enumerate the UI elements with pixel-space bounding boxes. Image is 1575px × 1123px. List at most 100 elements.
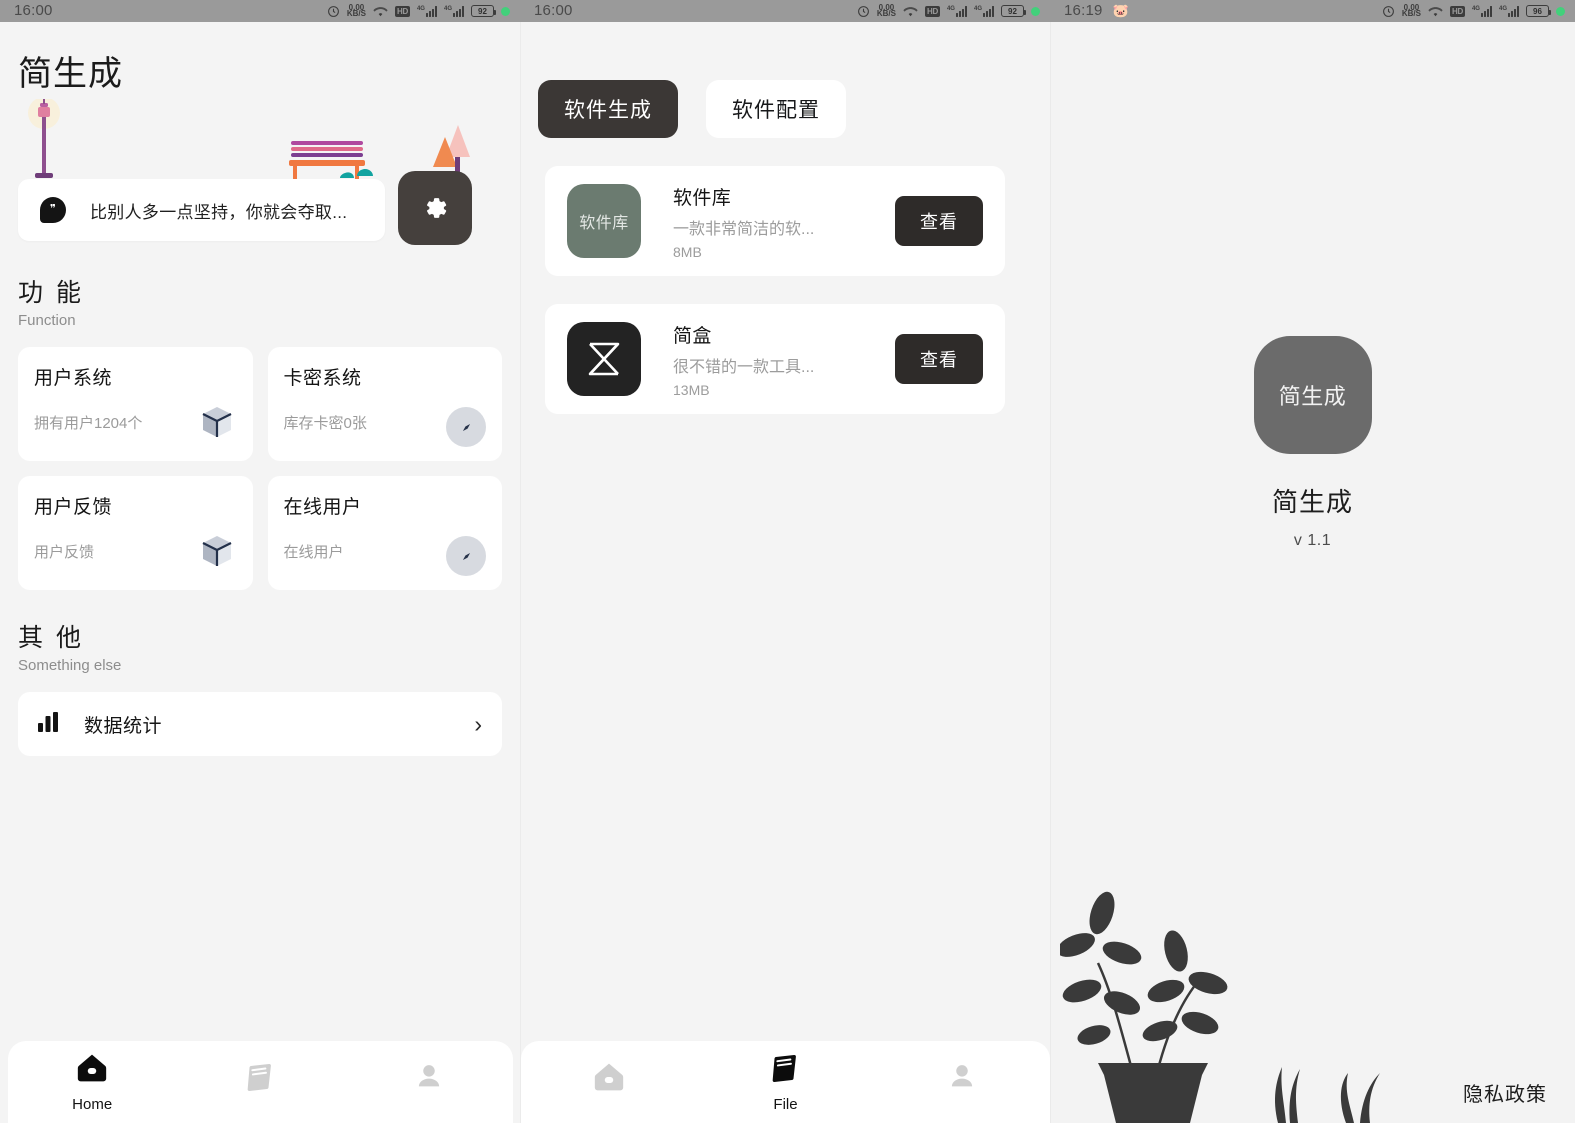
card-title: 卡密系统 xyxy=(283,368,362,389)
function-card-user-feedback[interactable]: 用户反馈 用户反馈 xyxy=(18,476,253,590)
section-title-zh: 其 他 xyxy=(18,624,84,652)
package-box-icon xyxy=(197,402,237,447)
section-title-en: Something else xyxy=(18,657,122,674)
status-time: 16:00 xyxy=(14,2,53,19)
function-card-grid: 用户系统 拥有用户1204个 卡密系统 库存卡密0张 用户反馈 用户反馈 在线用… xyxy=(18,347,502,590)
person-icon xyxy=(413,1061,445,1098)
function-card-online-users[interactable]: 在线用户 在线用户 xyxy=(267,476,502,590)
tab-software-generate[interactable]: 软件生成 xyxy=(538,80,678,138)
book-icon xyxy=(768,1051,802,1090)
grass-decoration xyxy=(1275,1067,1380,1123)
panel-software: 16:00 0.00 KB/S HD 4G 4G 92 软件生成 软件配置 软件… xyxy=(520,0,1050,1123)
card-title: 用户系统 xyxy=(34,368,113,389)
software-size: 13MB xyxy=(673,381,710,398)
signal-icon-1: 4G xyxy=(1472,5,1492,17)
software-description: 一款非常简洁的软... xyxy=(673,220,815,238)
about-app-name: 简生成 xyxy=(1271,487,1353,517)
section-title-en: Function xyxy=(18,312,76,329)
battery-indicator: 96 xyxy=(1526,5,1551,17)
recording-dot-icon xyxy=(1556,6,1565,16)
view-button[interactable]: 查看 xyxy=(895,334,983,384)
section-header-function: 功 能 Function xyxy=(18,273,520,329)
network-speed-indicator: 0.00 KB/S xyxy=(876,3,896,18)
battery-indicator: 92 xyxy=(471,5,496,17)
chevron-right-icon: › xyxy=(474,710,482,737)
nav-item-label: Home xyxy=(72,1096,113,1113)
tab-software-config[interactable]: 软件配置 xyxy=(706,80,846,138)
list-item-label: 数据统计 xyxy=(84,715,163,737)
status-time: 16:19 xyxy=(1064,2,1103,19)
wifi-icon xyxy=(903,5,918,18)
daily-quote-card[interactable]: ❞ 比别人多一点坚持，你就会夺取... xyxy=(18,179,385,241)
status-bar-right: 16:19 🐷 0.00 KB/S HD 4G 4G 96 xyxy=(1050,0,1575,22)
potted-plant-decoration xyxy=(1060,891,1228,1123)
hd-voice-icon: HD xyxy=(925,5,940,17)
bottom-nav-file-app: File xyxy=(521,1041,1050,1123)
software-icon-ruanjianku: 软件库 xyxy=(567,184,641,258)
park-bench-icon xyxy=(289,141,373,179)
tab-bar: 软件生成 软件配置 xyxy=(520,22,1050,138)
settings-button[interactable] xyxy=(398,171,472,245)
status-time: 16:00 xyxy=(534,2,573,19)
home-icon xyxy=(75,1051,109,1090)
software-size: 8MB xyxy=(673,243,702,260)
panel-about: 16:19 🐷 0.00 KB/S HD 4G 4G 96 简生成 简生成 v … xyxy=(1050,0,1575,1123)
panel-home: 16:00 0.00 KB/S HD 4G 4G 92 简生成 ❞ 比别人多一点… xyxy=(0,0,520,1123)
page-title: 简生成 xyxy=(18,55,123,93)
software-name: 软件库 xyxy=(673,187,732,209)
view-button[interactable]: 查看 xyxy=(895,196,983,246)
function-card-user-system[interactable]: 用户系统 拥有用户1204个 xyxy=(18,347,253,461)
network-speed-indicator: 0.00 KB/S xyxy=(1401,3,1421,18)
nav-item-book[interactable] xyxy=(176,1041,344,1123)
book-icon xyxy=(243,1060,277,1099)
nav-item-home[interactable]: Home xyxy=(8,1041,176,1123)
wifi-icon xyxy=(1428,5,1443,18)
signal-icon-2: 4G xyxy=(1499,5,1519,17)
signal-icon-2: 4G xyxy=(444,5,464,17)
gear-icon xyxy=(427,198,447,218)
nav-item-home[interactable] xyxy=(521,1041,697,1123)
status-notification-icon: 🐷 xyxy=(1112,3,1129,18)
nav-item-file[interactable]: File xyxy=(697,1041,873,1123)
software-icon-jianhe xyxy=(567,322,641,396)
nav-item-profile[interactable] xyxy=(874,1041,1050,1123)
wifi-icon xyxy=(373,5,388,18)
card-title: 在线用户 xyxy=(283,497,362,518)
bar-chart-icon xyxy=(38,711,60,737)
section-title-zh: 功 能 xyxy=(18,279,84,307)
signal-icon-1: 4G xyxy=(417,5,437,17)
signal-icon-2: 4G xyxy=(974,5,994,17)
software-name: 简盒 xyxy=(673,325,712,347)
hd-voice-icon: HD xyxy=(1450,5,1465,17)
about-app-version: v 1.1 xyxy=(1293,532,1332,549)
home-icon xyxy=(592,1060,626,1099)
person-icon xyxy=(946,1061,978,1098)
software-description: 很不错的一款工具... xyxy=(673,358,815,376)
app-screen: 16:00 0.00 KB/S HD 4G 4G 92 简生成 ❞ 比别人多一点… xyxy=(0,0,1575,1123)
software-list-item-2[interactable]: 简盒 很不错的一款工具... 13MB 查看 xyxy=(545,304,1005,414)
section-header-other: 其 他 Something else xyxy=(18,618,520,674)
list-item-data-statistics[interactable]: 数据统计 › xyxy=(18,692,502,756)
alarm-clock-icon xyxy=(327,5,340,18)
battery-indicator: 92 xyxy=(1001,5,1026,17)
function-card-card-key-system[interactable]: 卡密系统 库存卡密0张 xyxy=(267,347,502,461)
recording-dot-icon xyxy=(1031,6,1040,16)
recording-dot-icon xyxy=(501,6,510,16)
nav-item-label: File xyxy=(773,1096,798,1113)
hero-illustration-area: ❞ 比别人多一点坚持，你就会夺取... xyxy=(0,99,520,251)
compass-icon xyxy=(446,536,486,576)
alarm-clock-icon xyxy=(857,5,870,18)
about-app-icon: 简生成 xyxy=(1253,336,1372,454)
privacy-policy-link[interactable]: 隐私政策 xyxy=(1463,1078,1547,1107)
signal-icon-1: 4G xyxy=(947,5,967,17)
street-lamp-icon xyxy=(28,99,60,178)
status-bar-mid: 16:00 0.00 KB/S HD 4G 4G 92 xyxy=(520,0,1050,22)
package-box-icon xyxy=(197,531,237,576)
network-speed-indicator: 0.00 KB/S xyxy=(346,3,366,18)
nav-item-profile[interactable] xyxy=(345,1041,513,1123)
hd-voice-icon: HD xyxy=(395,5,410,17)
quote-bubble-icon: ❞ xyxy=(40,197,66,223)
software-list-item-1[interactable]: 软件库 软件库 一款非常简洁的软... 8MB 查看 xyxy=(545,166,1005,276)
alarm-clock-icon xyxy=(1382,5,1395,18)
card-title: 用户反馈 xyxy=(34,497,113,518)
